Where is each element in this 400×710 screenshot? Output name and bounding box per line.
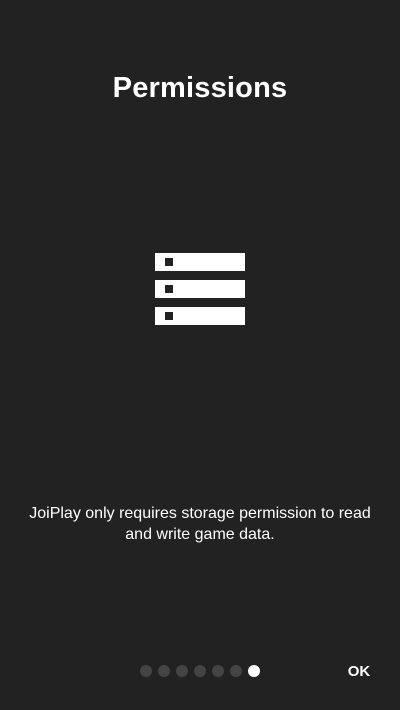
permissions-intro-screen: Permissions JoiPlay only requires storag… <box>0 0 400 710</box>
page-title: Permissions <box>112 72 288 104</box>
storage-icon <box>155 253 245 325</box>
page-dot-2 <box>158 665 170 677</box>
page-dot-7-active <box>248 665 260 677</box>
page-dot-5 <box>212 665 224 677</box>
page-dot-4 <box>194 665 206 677</box>
permission-description: JoiPlay only requires storage permission… <box>29 505 371 543</box>
page-indicator <box>140 665 260 677</box>
page-dot-3 <box>176 665 188 677</box>
ok-button[interactable]: OK <box>338 656 380 686</box>
page-dot-6 <box>230 665 242 677</box>
page-dot-1 <box>140 665 152 677</box>
